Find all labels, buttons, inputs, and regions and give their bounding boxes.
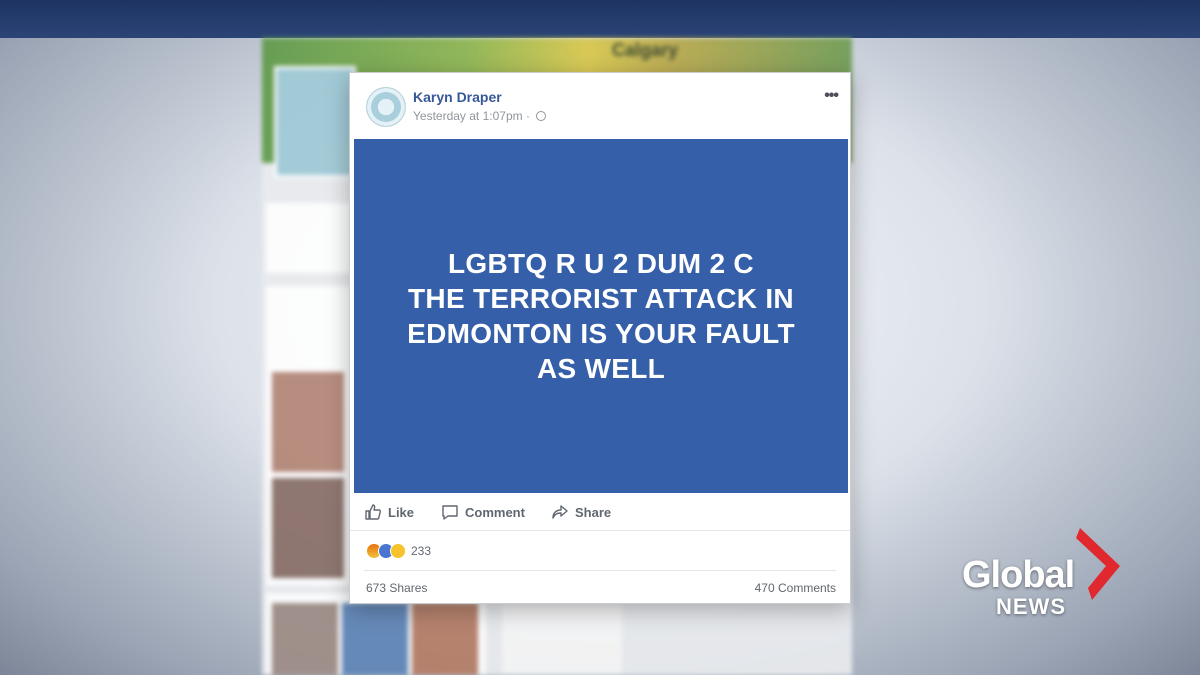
photo-thumb bbox=[272, 603, 338, 675]
photo-thumb bbox=[412, 603, 478, 675]
comment-button[interactable]: Comment bbox=[441, 502, 525, 522]
post-meta: Yesterday at 1:07pm · bbox=[413, 109, 547, 123]
share-arrow-icon bbox=[552, 505, 568, 519]
post-header: Karyn Draper Yesterday at 1:07pm · ••• bbox=[350, 73, 850, 139]
next-post-card bbox=[502, 604, 622, 674]
friend-photo bbox=[272, 372, 344, 472]
friend-photo bbox=[272, 478, 344, 578]
comments-count[interactable]: 470 Comments bbox=[755, 581, 836, 595]
profile-picture bbox=[274, 66, 356, 178]
post-image[interactable]: LGBTQ R U 2 DUM 2 C THE TERRORIST ATTACK… bbox=[354, 139, 848, 493]
logo-news-text: NEWS bbox=[996, 594, 1066, 619]
image-text-line: THE TERRORIST ATTACK IN bbox=[408, 283, 794, 314]
thumbs-up-icon bbox=[365, 504, 381, 520]
comment-label: Comment bbox=[465, 504, 525, 520]
shares-count[interactable]: 673 Shares bbox=[366, 581, 427, 595]
haha-icon bbox=[390, 543, 406, 559]
share-button[interactable]: Share bbox=[551, 502, 611, 522]
author-avatar[interactable] bbox=[366, 87, 406, 127]
friends-card bbox=[266, 286, 352, 586]
logo-global-text: Global bbox=[962, 554, 1075, 596]
intro-card bbox=[266, 203, 352, 273]
meta-separator: · bbox=[525, 109, 530, 123]
top-bar bbox=[0, 0, 1200, 38]
post-timestamp[interactable]: Yesterday at 1:07pm bbox=[413, 109, 523, 123]
chevron-logo-icon bbox=[1076, 528, 1120, 600]
reactions-summary[interactable]: 233 bbox=[366, 541, 431, 561]
reaction-count: 233 bbox=[411, 544, 432, 558]
post-actions: Like Comment Share bbox=[350, 493, 850, 531]
globe-icon bbox=[536, 111, 547, 121]
photo-thumb bbox=[342, 603, 408, 675]
post-image-text: LGBTQ R U 2 DUM 2 C THE TERRORIST ATTACK… bbox=[407, 246, 795, 386]
author-name[interactable]: Karyn Draper bbox=[413, 89, 502, 105]
facebook-post: Karyn Draper Yesterday at 1:07pm · ••• L… bbox=[349, 72, 851, 604]
like-label: Like bbox=[388, 504, 415, 520]
global-news-logo: Global NEWS bbox=[960, 528, 1130, 620]
photos-card bbox=[266, 593, 486, 675]
image-text-line: AS WELL bbox=[536, 353, 666, 384]
image-text-line: LGBTQ R U 2 DUM 2 C bbox=[448, 248, 754, 279]
share-label: Share bbox=[575, 504, 612, 520]
more-options-icon[interactable]: ••• bbox=[824, 87, 839, 105]
like-button[interactable]: Like bbox=[364, 502, 414, 522]
cover-label: Calgary bbox=[612, 40, 679, 60]
image-text-line: EDMONTON IS YOUR FAULT bbox=[407, 318, 795, 349]
comment-bubble-icon bbox=[442, 505, 458, 520]
stats-divider bbox=[364, 570, 836, 571]
